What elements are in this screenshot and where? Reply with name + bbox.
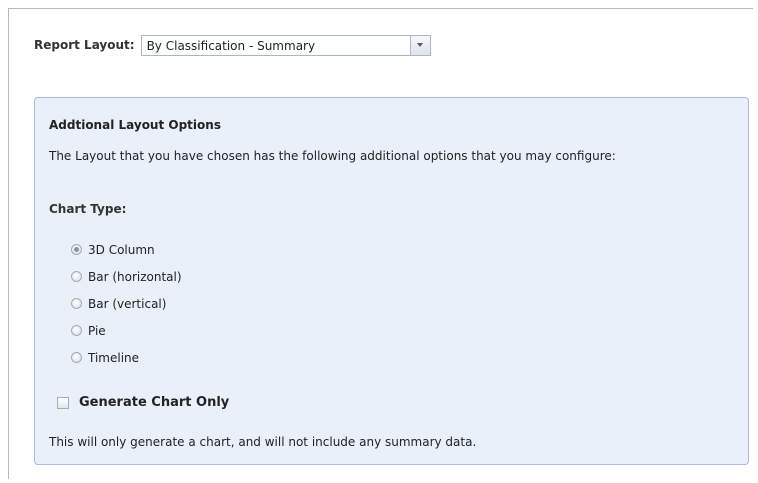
report-layout-label: Report Layout: <box>34 38 135 52</box>
chart-type-option-label: Bar (horizontal) <box>88 269 182 284</box>
report-layout-select[interactable]: By Classification - Summary <box>140 34 431 56</box>
report-layout-selected-value: By Classification - Summary <box>146 38 316 53</box>
generate-chart-only-row[interactable]: Generate Chart Only <box>57 395 229 410</box>
panel-description: The Layout that you have chosen has the … <box>49 149 616 163</box>
chart-type-option-label: Bar (vertical) <box>88 296 167 311</box>
radio-button[interactable] <box>71 244 82 255</box>
chart-type-option-3d-column[interactable]: 3D Column <box>71 236 182 263</box>
generate-chart-only-note: This will only generate a chart, and wil… <box>49 435 477 449</box>
chart-type-option-pie[interactable]: Pie <box>71 317 182 344</box>
additional-layout-options-panel: Addtional Layout Options The Layout that… <box>34 97 749 465</box>
chart-type-option-label: 3D Column <box>88 242 155 257</box>
report-layout-row: Report Layout: By Classification - Summa… <box>34 34 431 56</box>
generate-chart-only-checkbox[interactable] <box>57 396 69 409</box>
radio-button[interactable] <box>71 352 82 363</box>
chart-type-option-bar-horizontal[interactable]: Bar (horizontal) <box>71 263 182 290</box>
chart-type-radio-group: 3D Column Bar (horizontal) Bar (vertical… <box>71 236 182 371</box>
chart-type-label: Chart Type: <box>49 202 127 216</box>
radio-button[interactable] <box>71 271 82 282</box>
panel-title: Addtional Layout Options <box>49 118 221 132</box>
report-layout-dropdown-button[interactable] <box>409 35 430 55</box>
radio-button[interactable] <box>71 325 82 336</box>
generate-chart-only-label: Generate Chart Only <box>79 395 230 410</box>
chart-type-option-label: Timeline <box>88 350 140 365</box>
chart-type-option-label: Pie <box>88 323 106 338</box>
chevron-down-icon <box>417 43 424 47</box>
chart-type-option-timeline[interactable]: Timeline <box>71 344 182 371</box>
radio-button[interactable] <box>71 298 82 309</box>
chart-type-option-bar-vertical[interactable]: Bar (vertical) <box>71 290 182 317</box>
